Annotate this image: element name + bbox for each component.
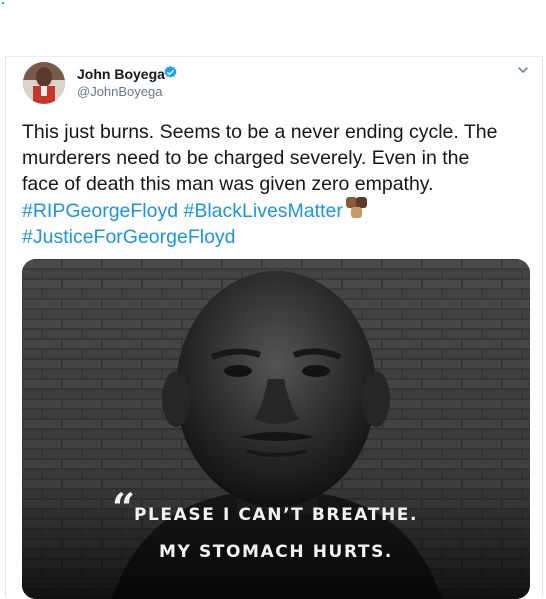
tweet-media-image[interactable]: “ PLEASE I CAN’T BREATHE. MY STOMACH HUR…	[22, 259, 530, 599]
tweet-text: This just burns. Seems to be a never end…	[22, 119, 527, 250]
media-caption-line2: MY STOMACH HURTS.	[159, 542, 393, 562]
tweet-text-line: face of death this man was given zero em…	[22, 173, 434, 195]
hashtag-link[interactable]: #BlackLivesMatter	[184, 200, 343, 222]
chevron-down-icon[interactable]	[516, 63, 530, 77]
hashtag-line: #JusticeForGeorgeFloyd	[22, 224, 527, 250]
tweet-text-line: This just burns. Seems to be a never end…	[22, 121, 498, 143]
hashtag-line: #RIPGeorgeFloyd #BlackLivesMatter	[22, 197, 527, 224]
verified-badge-icon	[163, 65, 178, 80]
tweet-card[interactable]: John Boyega @JohnBoyega This just burns.…	[5, 56, 543, 599]
avatar[interactable]	[23, 62, 65, 104]
author-handle[interactable]: @JohnBoyega	[77, 84, 162, 99]
tweet-text-line: murderers need to be charged severely. E…	[22, 147, 470, 169]
hashtag-link[interactable]: #JusticeForGeorgeFloyd	[22, 226, 236, 248]
hashtag-link[interactable]: #RIPGeorgeFloyd	[22, 200, 178, 222]
media-caption-line1: PLEASE I CAN’T BREATHE.	[133, 505, 419, 525]
author-name[interactable]: John Boyega	[77, 66, 165, 82]
raised-fists-emoji-icon	[344, 197, 374, 219]
top-edge-mark	[2, 2, 4, 4]
